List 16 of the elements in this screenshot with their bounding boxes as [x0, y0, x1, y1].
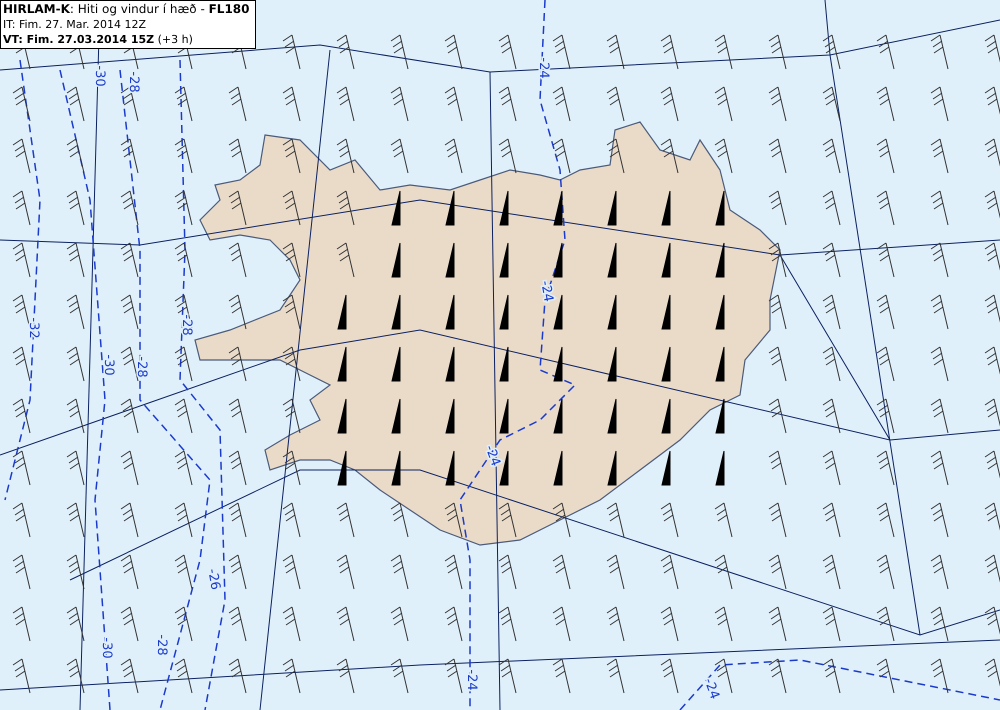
- isotherm-label: -28: [179, 314, 194, 336]
- title-line: VT: Fim. 27.03.2014 15Z (+3 h): [3, 32, 194, 47]
- isotherm-label: -30: [99, 637, 114, 659]
- isotherm-label: -32: [26, 317, 41, 339]
- isotherm-label: -30: [92, 65, 107, 87]
- isotherm-label: -28: [134, 356, 149, 378]
- isotherm-label: -30: [101, 354, 116, 376]
- isotherm-label: -26: [204, 568, 223, 592]
- isotherm-label: -24: [536, 57, 551, 79]
- isotherm-label: -24: [464, 669, 479, 691]
- isotherm-label: -28: [126, 71, 141, 93]
- title-line: IT: Fim. 27. Mar. 2014 12Z: [3, 17, 147, 32]
- title-line: HIRLAM-K: Hiti og vindur í hæð - FL180: [3, 2, 251, 17]
- isotherm-label: -28: [154, 634, 169, 656]
- isotherm-label: -24: [482, 443, 503, 468]
- isotherm-label: -24: [700, 676, 722, 702]
